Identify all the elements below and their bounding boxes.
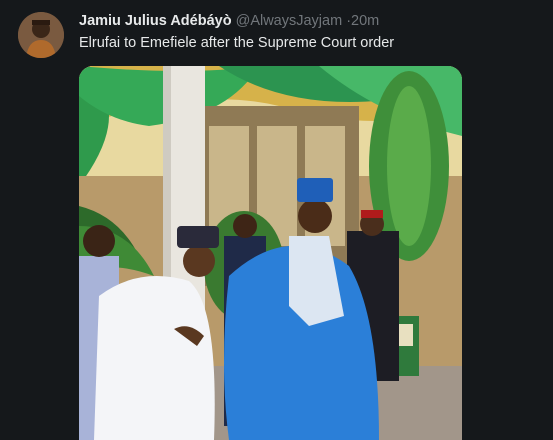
user-avatar[interactable] <box>18 12 64 58</box>
photo-icon <box>79 66 462 440</box>
tweet-text: Elrufai to Emefiele after the Supreme Co… <box>79 35 395 51</box>
timestamp[interactable]: 20m <box>351 13 379 29</box>
avatar-image <box>18 12 64 58</box>
tweet-header: Jamiu Julius Adébáyò @AlwaysJayjam ·20m <box>79 12 379 30</box>
tweet-card[interactable]: Jamiu Julius Adébáyò @AlwaysJayjam ·20m … <box>0 0 553 440</box>
tweet-media-photo[interactable] <box>79 66 462 440</box>
user-handle[interactable]: @AlwaysJayjam <box>236 13 343 29</box>
display-name[interactable]: Jamiu Julius Adébáyò <box>79 13 232 29</box>
